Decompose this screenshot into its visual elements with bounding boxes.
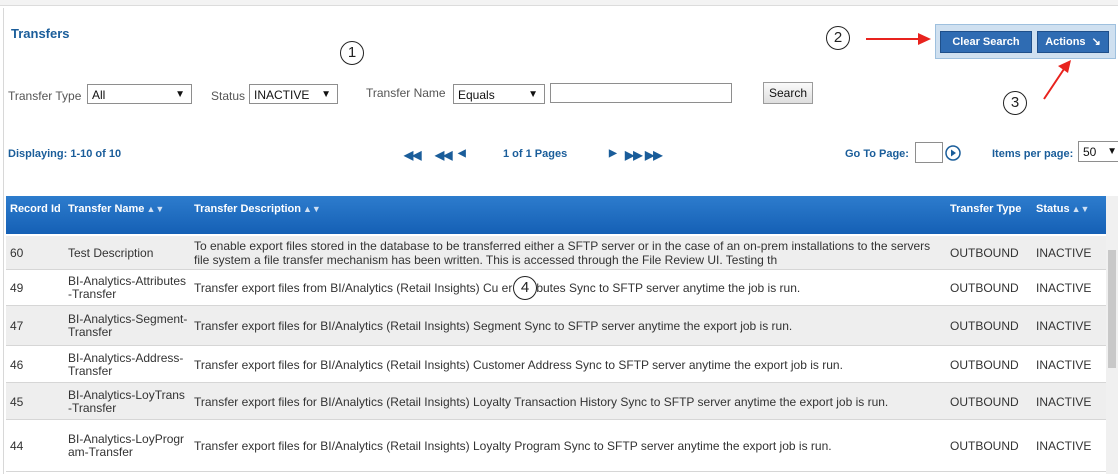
cell-record-id: 49 [10, 281, 24, 295]
dropdown-arrow-icon: ▼ [528, 89, 538, 100]
clear-search-button[interactable]: Clear Search [940, 31, 1032, 53]
sort-icon: ▲▼ [1071, 204, 1090, 214]
actions-button[interactable]: Actions ↘ [1037, 31, 1109, 53]
page-title: Transfers [11, 26, 70, 41]
dropdown-arrow-icon: ▼ [175, 89, 185, 100]
cell-transfer-name: BI-Analytics-LoyTrans-Transfer [68, 387, 185, 415]
transfer-type-value: All [92, 88, 106, 102]
column-header-transfer-type[interactable]: Transfer Type [950, 196, 1046, 234]
cell-record-id: 46 [10, 357, 24, 372]
cell-status: INACTIVE [1036, 246, 1092, 260]
action-button-bar: Clear Search Actions ↘ [935, 24, 1116, 59]
cell-transfer-type: OUTBOUND [950, 319, 1019, 333]
next-page-icon[interactable]: ▶ [609, 148, 617, 159]
cell-transfer-description: Transfer export files for BI/Analytics (… [194, 439, 832, 453]
cell-status: INACTIVE [1036, 357, 1092, 372]
prev-fast-icon[interactable]: ◀◀ [435, 148, 452, 162]
table-row[interactable]: 49 BI-Analytics-Attributes-Transfer Transf… [6, 270, 1106, 306]
top-strip [0, 0, 1118, 6]
cell-record-id: 60 [10, 246, 24, 260]
cell-transfer-description: Transfer export files for BI/Analytics (… [194, 357, 843, 372]
cell-transfer-type: OUTBOUND [950, 394, 1019, 409]
status-value: INACTIVE [254, 88, 310, 102]
displaying-count: Displaying: 1-10 of 10 [8, 148, 122, 160]
scrollbar-thumb[interactable] [1108, 250, 1116, 368]
cell-status: INACTIVE [1036, 394, 1092, 409]
column-header-record-id[interactable]: Record Id [10, 196, 74, 234]
table-row[interactable]: 47 BI-Analytics-Segment-Transfer Transfer … [6, 306, 1106, 346]
go-to-page-label: Go To Page: [845, 148, 909, 160]
cell-transfer-description: Transfer export files from BI/Analytics … [194, 281, 801, 295]
transfer-type-select[interactable]: All ▼ [87, 84, 192, 104]
cell-transfer-name: Test Description [68, 245, 154, 260]
prev-page-icon[interactable]: ◀ [458, 148, 466, 159]
cell-transfer-description: Transfer export files for BI/Analytics (… [194, 394, 889, 409]
actions-label: Actions [1045, 36, 1086, 48]
cell-record-id: 44 [10, 439, 24, 453]
cell-transfer-type: OUTBOUND [950, 357, 1019, 372]
items-per-page-select[interactable]: 50 ▼ [1078, 141, 1118, 162]
search-button[interactable]: Search [763, 82, 813, 104]
cell-transfer-name: BI-Analytics-Attributes-Transfer [68, 274, 187, 301]
callout-2: 2 [826, 26, 850, 50]
first-page-icon[interactable]: ◀◀ [404, 148, 421, 162]
sort-icon: ▲▼ [302, 204, 321, 214]
go-page-arrow-icon[interactable] [945, 145, 961, 161]
dropdown-arrow-icon: ▼ [1107, 146, 1117, 157]
transfer-name-operator-select[interactable]: Equals ▼ [453, 84, 545, 104]
callout-4: 4 [513, 276, 537, 300]
cell-status: INACTIVE [1036, 281, 1092, 295]
cell-status: INACTIVE [1036, 319, 1092, 333]
column-header-transfer-description[interactable]: Transfer Description ▲▼ [194, 196, 494, 234]
cell-transfer-type: OUTBOUND [950, 246, 1019, 260]
transfer-name-input[interactable] [550, 83, 732, 103]
transfer-name-operator-value: Equals [458, 88, 495, 102]
next-fast-icon[interactable]: ▶▶ [625, 148, 642, 162]
status-select[interactable]: INACTIVE ▼ [249, 84, 338, 104]
status-label: Status [211, 89, 246, 103]
items-per-page-label: Items per page: [992, 148, 1074, 160]
cell-transfer-description: To enable export files stored in the dat… [194, 239, 931, 267]
cell-transfer-name: BI-Analytics-Segment-Transfer [68, 312, 188, 339]
cell-transfer-type: OUTBOUND [950, 439, 1019, 453]
cell-record-id: 45 [10, 394, 24, 409]
table-row[interactable]: 60 Test Description To enable export files… [6, 236, 1106, 270]
table-row[interactable]: 44 BI-Analytics-LoyProgram-Transfer Transf… [6, 420, 1106, 472]
cell-status: INACTIVE [1036, 439, 1092, 453]
items-per-page-value: 50 [1083, 145, 1097, 159]
cell-transfer-name: BI-Analytics-Address-Transfer [68, 350, 184, 378]
cell-transfer-description: Transfer export files for BI/Analytics (… [194, 319, 793, 333]
cell-transfer-name: BI-Analytics-LoyProgram-Transfer [68, 432, 185, 459]
go-to-page-input[interactable] [915, 142, 943, 163]
arrow-down-right-icon: ↘ [1091, 36, 1101, 48]
table-header: Record Id Transfer Name ▲▼ Transfer Descr… [6, 196, 1106, 234]
sort-icon: ▲▼ [146, 204, 165, 214]
table-row[interactable]: 46 BI-Analytics-Address-Transfer Transfer … [6, 346, 1106, 383]
column-header-transfer-name[interactable]: Transfer Name ▲▼ [68, 196, 188, 234]
column-header-status[interactable]: Status ▲▼ [1036, 196, 1106, 234]
page-info: 1 of 1 Pages [503, 148, 568, 160]
transfer-name-label: Transfer Name [366, 86, 446, 100]
last-page-icon[interactable]: ▶▶ [645, 148, 662, 162]
table-row[interactable]: 45 BI-Analytics-LoyTrans-Transfer Transfer… [6, 383, 1106, 420]
transfer-type-label: Transfer Type [8, 89, 82, 103]
callout-1: 1 [340, 41, 364, 65]
cell-transfer-type: OUTBOUND [950, 281, 1019, 295]
dropdown-arrow-icon: ▼ [321, 89, 331, 100]
cell-record-id: 47 [10, 319, 24, 333]
callout-3: 3 [1003, 91, 1027, 115]
